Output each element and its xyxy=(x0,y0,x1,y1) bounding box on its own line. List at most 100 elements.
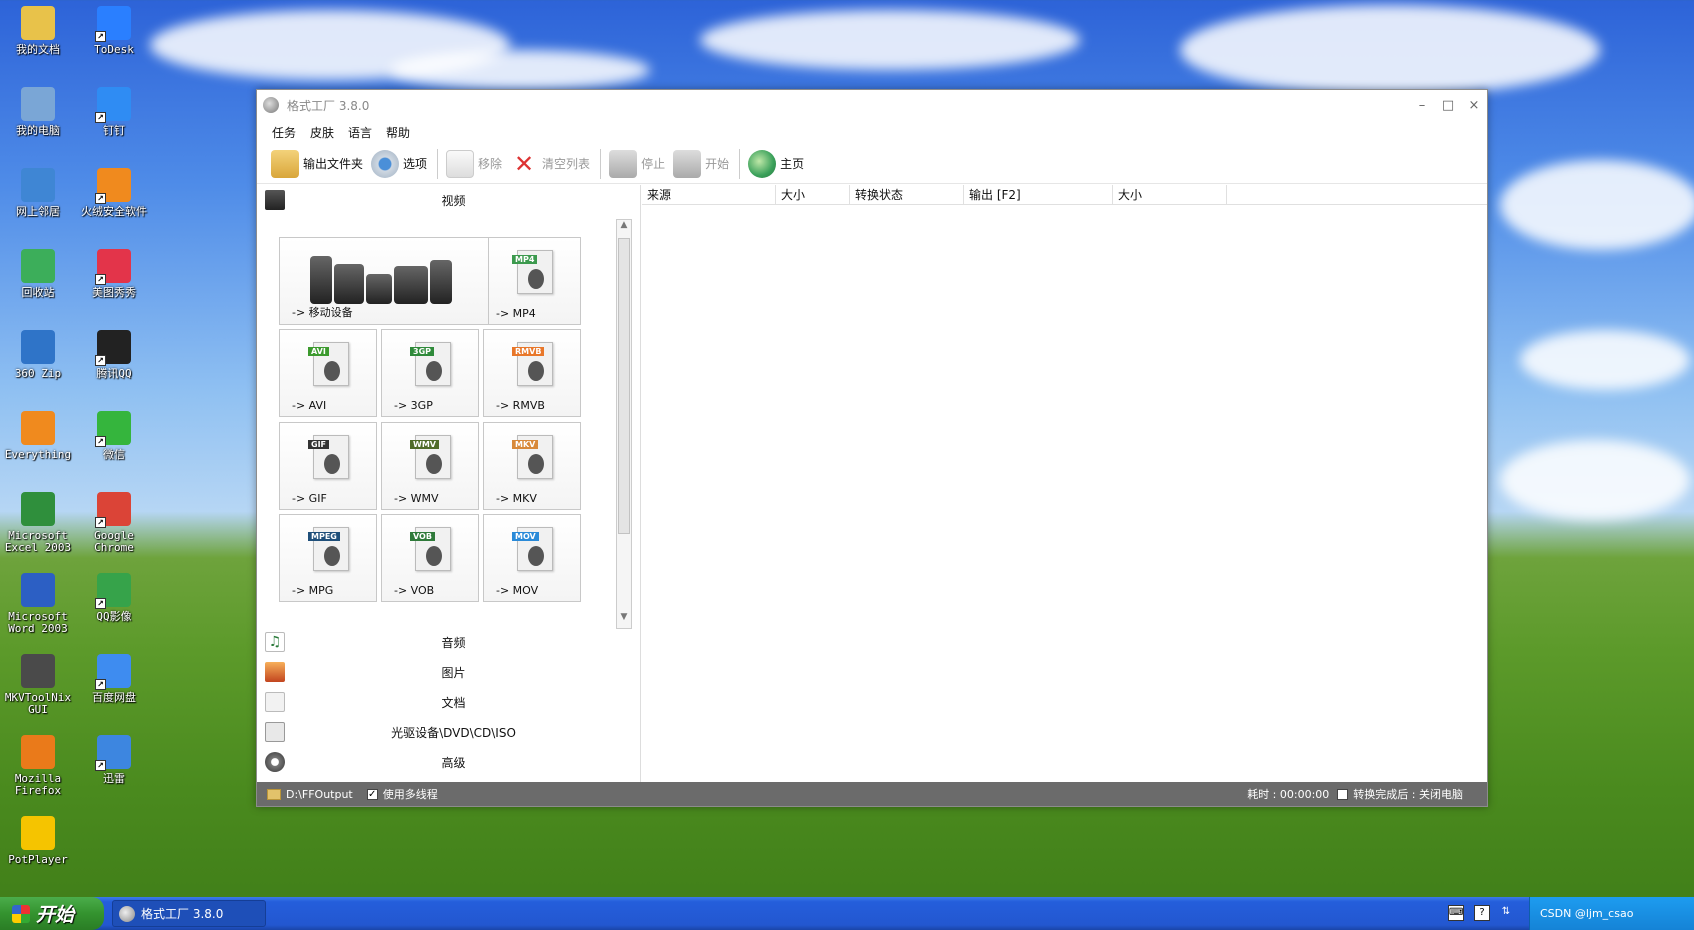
desktop-icon[interactable]: 我的电脑 xyxy=(0,87,76,137)
close-button[interactable]: × xyxy=(1461,98,1487,113)
category-audio[interactable]: ♫ 音频 xyxy=(257,627,640,657)
desktop-icon[interactable]: Microsoft Word 2003 xyxy=(0,573,76,635)
desktop-app-icon xyxy=(21,249,55,283)
status-bar: D:\FFOutput ✓ 使用多线程 耗时 : 00:00:00 转换完成后 … xyxy=(257,782,1487,806)
desktop-icon[interactable]: 回收站 xyxy=(0,249,76,299)
format-tile[interactable]: -> 移动设备 xyxy=(279,237,489,325)
help-icon[interactable]: ? xyxy=(1474,905,1490,921)
clear-list-button[interactable]: ✕ 清空列表 xyxy=(510,149,590,178)
format-tile[interactable]: RMVB -> RMVB xyxy=(483,329,581,417)
home-button[interactable]: 主页 xyxy=(748,149,804,178)
shortcut-arrow-icon: ↗ xyxy=(95,517,106,528)
minimize-button[interactable]: – xyxy=(1409,98,1435,113)
task-list-header: 来源 大小 转换状态 输出 [F2] 大小 xyxy=(642,185,1487,205)
desktop-icon[interactable]: ↗ 美图秀秀 xyxy=(76,249,152,299)
multithread-checkbox[interactable]: ✓ xyxy=(366,788,378,800)
file-format-icon: VOB xyxy=(410,527,451,571)
desktop-icon-label: ToDesk xyxy=(94,43,134,56)
menu-language[interactable]: 语言 xyxy=(348,124,372,141)
maximize-button[interactable]: □ xyxy=(1435,98,1461,113)
start-icon xyxy=(673,149,702,178)
desktop-icon[interactable]: PotPlayer xyxy=(0,816,76,866)
output-folder-button[interactable]: 输出文件夹 xyxy=(271,149,363,178)
category-document[interactable]: 文档 xyxy=(257,687,640,717)
desktop-icon[interactable]: ↗ 腾讯QQ xyxy=(76,330,152,380)
format-tile[interactable]: MOV -> MOV xyxy=(483,514,581,602)
app-icon xyxy=(119,905,135,922)
desktop-icon[interactable]: ↗ 百度网盘 xyxy=(76,654,152,704)
remove-button[interactable]: 移除 xyxy=(446,149,502,178)
task-list[interactable]: 来源 大小 转换状态 输出 [F2] 大小 xyxy=(642,185,1487,783)
column-status[interactable]: 转换状态 xyxy=(850,185,964,204)
desktop-icon[interactable]: ↗ 火绒安全软件 xyxy=(76,168,152,218)
desktop-icon[interactable]: ↗ ToDesk xyxy=(76,6,152,56)
desktop-icon[interactable]: ↗ 钉钉 xyxy=(76,87,152,137)
format-tile[interactable]: AVI -> AVI xyxy=(279,329,377,417)
output-path[interactable]: D:\FFOutput xyxy=(286,788,353,801)
category-video[interactable]: 视频 xyxy=(257,185,640,215)
category-disc[interactable]: 光驱设备\DVD\CD\ISO xyxy=(257,717,640,747)
menu-task[interactable]: 任务 xyxy=(272,124,296,141)
desktop-icon[interactable]: 网上邻居 xyxy=(0,168,76,218)
desktop-icon[interactable]: Microsoft Excel 2003 xyxy=(0,492,76,554)
desktop-icon-label: 钉钉 xyxy=(103,124,125,137)
shortcut-arrow-icon: ↗ xyxy=(95,598,106,609)
keyboard-icon[interactable]: ⌨ xyxy=(1448,905,1464,921)
format-tile[interactable]: VOB -> VOB xyxy=(381,514,479,602)
stop-button[interactable]: 停止 xyxy=(609,149,665,178)
desktop-icon[interactable]: ↗ 迅雷 xyxy=(76,735,152,785)
format-tile[interactable]: MPEG -> MPG xyxy=(279,514,377,602)
desktop-icon[interactable]: ↗ Google Chrome xyxy=(76,492,152,554)
menu-bar: 任务 皮肤 语言 帮助 xyxy=(257,120,1487,144)
format-tile[interactable]: MP4 -> MP4 xyxy=(483,237,581,325)
desktop-icon[interactable]: ↗ 微信 xyxy=(76,411,152,461)
desktop-icon[interactable]: MKVToolNix GUI xyxy=(0,654,76,716)
category-advanced[interactable]: 高级 xyxy=(257,747,640,777)
desktop-icon[interactable]: 我的文档 xyxy=(0,6,76,56)
stop-icon xyxy=(609,149,638,178)
folder-icon xyxy=(267,788,281,800)
after-convert-checkbox[interactable] xyxy=(1337,788,1349,800)
globe-icon xyxy=(748,149,777,178)
desktop-icon[interactable]: 360 Zip xyxy=(0,330,76,380)
format-tile[interactable]: GIF -> GIF xyxy=(279,422,377,510)
category-image[interactable]: 图片 xyxy=(257,657,640,687)
column-size[interactable]: 大小 xyxy=(776,185,850,204)
desktop-icon[interactable]: Mozilla Firefox xyxy=(0,735,76,797)
file-format-icon: RMVB xyxy=(512,342,553,386)
desktop-icon-label: 我的文档 xyxy=(16,43,60,56)
options-button[interactable]: 选项 xyxy=(371,149,427,178)
drive-icon xyxy=(265,722,285,742)
column-output[interactable]: 输出 [F2] xyxy=(964,185,1113,204)
column-output-size[interactable]: 大小 xyxy=(1113,185,1227,204)
format-tile-label: -> MP4 xyxy=(496,307,536,320)
film-reel-icon xyxy=(426,361,442,381)
language-bar-icon[interactable]: ⇅ xyxy=(1498,905,1514,921)
column-source[interactable]: 来源 xyxy=(642,185,776,204)
film-reel-icon xyxy=(528,361,544,381)
title-bar[interactable]: 格式工厂 3.8.0 – □ × xyxy=(257,90,1487,120)
format-tile[interactable]: 3GP -> 3GP xyxy=(381,329,479,417)
desktop-app-icon xyxy=(21,168,55,202)
format-tile[interactable]: MKV -> MKV xyxy=(483,422,581,510)
format-scrollbar[interactable]: ▲ ▼ xyxy=(616,219,632,629)
desktop-icon-label: Microsoft Word 2003 xyxy=(8,610,68,635)
desktop-icon[interactable]: Everything xyxy=(0,411,76,461)
start-button[interactable]: 开始 xyxy=(0,897,104,930)
format-tile[interactable]: WMV -> WMV xyxy=(381,422,479,510)
desktop-app-icon xyxy=(21,654,55,688)
desktop-icon-label: 微信 xyxy=(103,448,125,461)
menu-help[interactable]: 帮助 xyxy=(386,124,410,141)
film-reel-icon xyxy=(528,546,544,566)
options-icon xyxy=(371,149,400,178)
desktop-icon[interactable]: ↗ QQ影像 xyxy=(76,573,152,623)
scrollbar-thumb[interactable] xyxy=(618,238,630,534)
start-button[interactable]: 开始 xyxy=(673,149,729,178)
taskbar-item-format-factory[interactable]: 格式工厂 3.8.0 xyxy=(112,900,266,927)
desktop-app-icon: ↗ xyxy=(95,87,131,123)
format-tile-label: -> WMV xyxy=(394,492,439,505)
desktop-icon-label: 百度网盘 xyxy=(92,691,136,704)
format-tag: MP4 xyxy=(512,255,538,264)
menu-skin[interactable]: 皮肤 xyxy=(310,124,334,141)
format-tile-label: -> 3GP xyxy=(394,399,433,412)
